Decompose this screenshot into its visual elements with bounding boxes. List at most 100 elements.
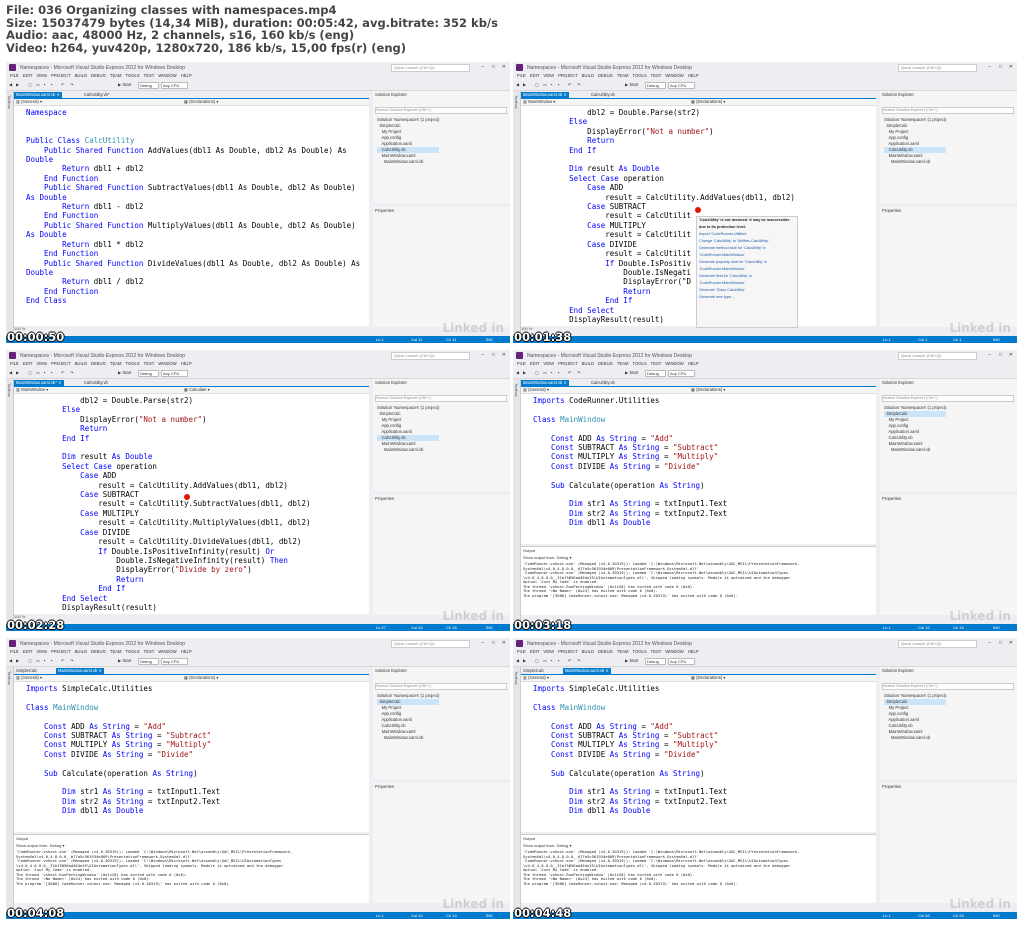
new-project-icon[interactable]: ▢ bbox=[535, 370, 539, 375]
solution-search-input[interactable]: Search Solution Explorer (Ctrl+;) bbox=[882, 107, 1014, 114]
close-button[interactable]: ✕ bbox=[502, 640, 506, 646]
tree-item[interactable]: MainWindow.xaml.vb bbox=[377, 159, 439, 165]
class-dropdown[interactable]: ▥ (General) ▾ bbox=[523, 675, 549, 680]
maximize-button[interactable]: □ bbox=[492, 640, 495, 646]
menu-item[interactable]: VIEW bbox=[36, 649, 47, 654]
menu-item[interactable]: TEST bbox=[651, 73, 662, 78]
fix-option[interactable]: Generate property stub for 'CalcUtility'… bbox=[697, 259, 797, 273]
save-all-icon[interactable]: ▪ bbox=[558, 658, 560, 663]
menu-item[interactable]: FILE bbox=[517, 361, 526, 366]
menu-item[interactable]: TOOLS bbox=[633, 73, 647, 78]
new-project-icon[interactable]: ▢ bbox=[28, 658, 32, 663]
member-dropdown[interactable]: ▦ (Declarations) ▾ bbox=[691, 99, 725, 104]
error-correction-popup[interactable]: 'CalcUtility' is not declared. It may be… bbox=[696, 216, 798, 328]
platform-select[interactable]: Any CPU bbox=[668, 658, 695, 665]
member-dropdown[interactable]: ▦ (Declarations) ▾ bbox=[184, 99, 218, 104]
redo-icon[interactable]: ↷ bbox=[577, 658, 581, 663]
back-icon[interactable]: ◀ bbox=[9, 370, 12, 375]
menu-item[interactable]: EDIT bbox=[530, 73, 540, 78]
class-dropdown[interactable]: ▥ (General) ▾ bbox=[16, 675, 42, 680]
redo-icon[interactable]: ↷ bbox=[577, 82, 581, 87]
configuration-select[interactable]: Debug bbox=[138, 370, 159, 377]
redo-icon[interactable]: ↷ bbox=[577, 370, 581, 375]
undo-icon[interactable]: ↶ bbox=[568, 82, 572, 87]
code-editor[interactable]: Imports CodeRunner.Utilities Class MainW… bbox=[521, 394, 876, 544]
menu-item[interactable]: TEST bbox=[144, 361, 155, 366]
maximize-button[interactable]: □ bbox=[492, 352, 495, 358]
member-dropdown[interactable]: ▦ (Declarations) ▾ bbox=[691, 387, 725, 392]
menu-item[interactable]: VIEW bbox=[543, 73, 554, 78]
code-editor[interactable]: Namespace Public Class CalcUtility Publi… bbox=[14, 106, 369, 326]
undo-icon[interactable]: ↶ bbox=[61, 370, 65, 375]
forward-icon[interactable]: ▶ bbox=[16, 82, 19, 87]
minimize-button[interactable]: – bbox=[481, 64, 484, 70]
minimize-button[interactable]: – bbox=[988, 64, 991, 70]
toolbox-strip[interactable]: Toolbox bbox=[513, 379, 521, 624]
output-source-select[interactable]: Show output from: Debug ▾ bbox=[523, 843, 571, 848]
new-project-icon[interactable]: ▢ bbox=[28, 370, 32, 375]
menu-item[interactable]: PROJECT bbox=[558, 73, 578, 78]
menu-item[interactable]: EDIT bbox=[530, 361, 540, 366]
menu-item[interactable]: TEAM bbox=[110, 361, 122, 366]
maximize-button[interactable]: □ bbox=[492, 64, 495, 70]
minimize-button[interactable]: – bbox=[481, 640, 484, 646]
menu-item[interactable]: TOOLS bbox=[126, 73, 140, 78]
solution-search-input[interactable]: Search Solution Explorer (Ctrl+;) bbox=[882, 395, 1014, 402]
menu-item[interactable]: HELP bbox=[688, 649, 699, 654]
forward-icon[interactable]: ▶ bbox=[16, 658, 19, 663]
open-icon[interactable]: ▭ bbox=[543, 370, 547, 375]
menu-item[interactable]: TEST bbox=[144, 73, 155, 78]
platform-select[interactable]: Any CPU bbox=[668, 82, 695, 89]
menu-item[interactable]: BUILD bbox=[582, 649, 594, 654]
start-button[interactable]: ▶ Start bbox=[118, 370, 131, 375]
menu-item[interactable]: WINDOW bbox=[665, 649, 683, 654]
menu-item[interactable]: FILE bbox=[517, 649, 526, 654]
forward-icon[interactable]: ▶ bbox=[523, 658, 526, 663]
save-all-icon[interactable]: ▪ bbox=[51, 82, 53, 87]
save-icon[interactable]: ▪ bbox=[551, 658, 553, 663]
save-all-icon[interactable]: ▪ bbox=[51, 658, 53, 663]
zoom-level[interactable]: 100 % bbox=[521, 326, 876, 332]
menu-item[interactable]: TEAM bbox=[617, 649, 629, 654]
tree-item[interactable]: MainWindow.xaml.vb bbox=[377, 735, 439, 741]
redo-icon[interactable]: ↷ bbox=[70, 82, 74, 87]
fix-option[interactable]: Change 'CalcUtility' to 'Utilities.CalcU… bbox=[697, 238, 797, 245]
open-icon[interactable]: ▭ bbox=[36, 658, 40, 663]
menu-item[interactable]: BUILD bbox=[75, 361, 87, 366]
menu-item[interactable]: EDIT bbox=[530, 649, 540, 654]
error-icon[interactable] bbox=[184, 494, 190, 500]
menu-item[interactable]: HELP bbox=[181, 649, 192, 654]
fix-option[interactable]: Generate 'Class CalcUtility' bbox=[697, 287, 797, 294]
new-project-icon[interactable]: ▢ bbox=[535, 658, 539, 663]
quick-launch-input[interactable]: Quick Launch (Ctrl+Q) bbox=[898, 352, 977, 360]
save-icon[interactable]: ▪ bbox=[551, 370, 553, 375]
back-icon[interactable]: ◀ bbox=[516, 370, 519, 375]
configuration-select[interactable]: Debug bbox=[645, 370, 666, 377]
close-button[interactable]: ✕ bbox=[502, 64, 506, 70]
error-icon[interactable] bbox=[695, 207, 701, 213]
menu-item[interactable]: DEBUG bbox=[598, 649, 613, 654]
start-button[interactable]: ▶ Start bbox=[625, 370, 638, 375]
configuration-select[interactable]: Debug bbox=[138, 658, 159, 665]
close-button[interactable]: ✕ bbox=[1009, 640, 1013, 646]
menu-item[interactable]: WINDOW bbox=[158, 73, 176, 78]
class-dropdown[interactable]: ▥ (General) ▾ bbox=[16, 99, 42, 104]
menu-item[interactable]: WINDOW bbox=[665, 361, 683, 366]
start-button[interactable]: ▶ Start bbox=[625, 658, 638, 663]
start-button[interactable]: ▶ Start bbox=[118, 658, 131, 663]
platform-select[interactable]: Any CPU bbox=[668, 370, 695, 377]
tree-item[interactable]: MainWindow.xaml.vb bbox=[884, 447, 946, 453]
maximize-button[interactable]: □ bbox=[999, 64, 1002, 70]
quick-launch-input[interactable]: Quick Launch (Ctrl+Q) bbox=[391, 64, 470, 72]
forward-icon[interactable]: ▶ bbox=[16, 370, 19, 375]
menu-item[interactable]: FILE bbox=[10, 361, 19, 366]
new-project-icon[interactable]: ▢ bbox=[535, 82, 539, 87]
platform-select[interactable]: Any CPU bbox=[161, 658, 188, 665]
menu-item[interactable]: PROJECT bbox=[51, 73, 71, 78]
open-icon[interactable]: ▭ bbox=[36, 370, 40, 375]
toolbox-strip[interactable]: Toolbox bbox=[513, 667, 521, 912]
code-editor[interactable]: Imports SimpleCalc.Utilities Class MainW… bbox=[14, 682, 369, 832]
menu-item[interactable]: PROJECT bbox=[558, 361, 578, 366]
toolbox-strip[interactable]: Toolbox bbox=[6, 667, 14, 912]
quick-launch-input[interactable]: Quick Launch (Ctrl+Q) bbox=[898, 640, 977, 648]
